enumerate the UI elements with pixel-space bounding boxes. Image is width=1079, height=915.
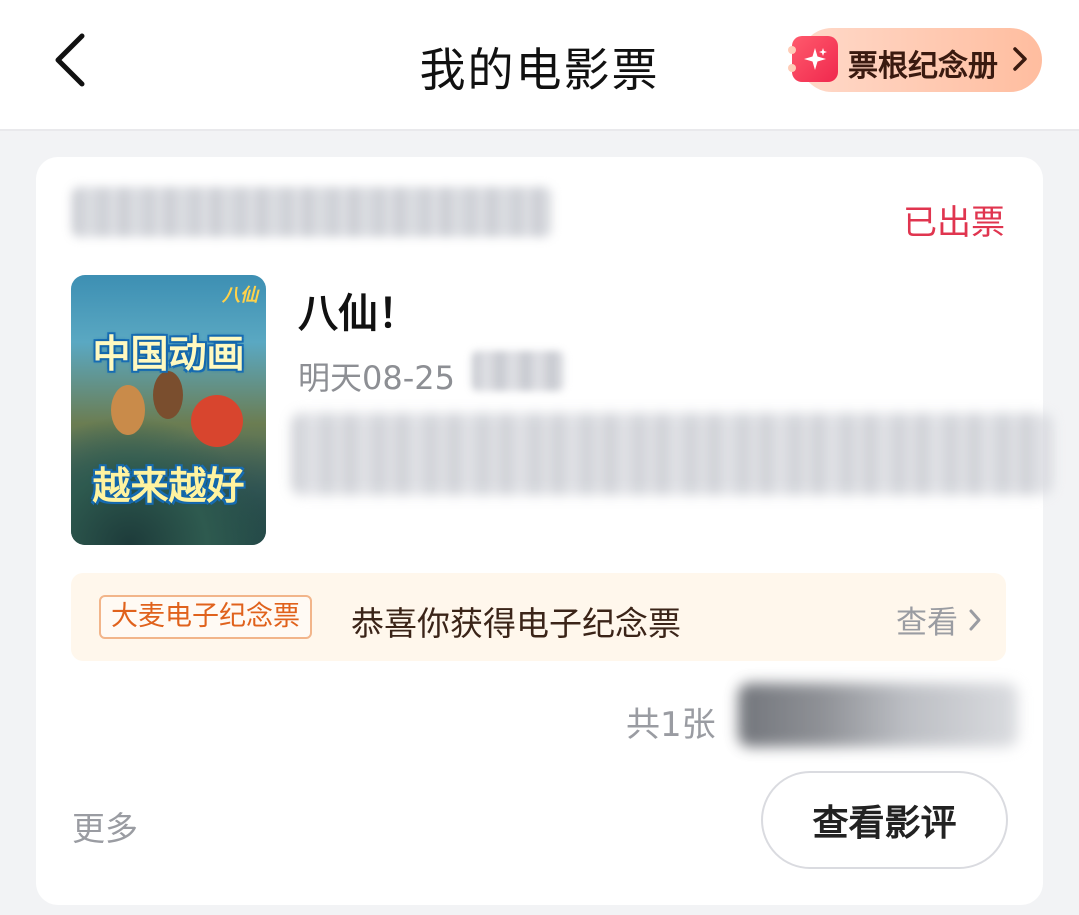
poster-headline-2: 越来越好 bbox=[92, 464, 245, 508]
poster-character bbox=[111, 385, 145, 435]
show-time: 明天08-25 bbox=[298, 359, 455, 397]
chevron-right-icon bbox=[1013, 47, 1027, 71]
more-button[interactable]: 更多 bbox=[72, 802, 138, 850]
top-navigation-bar: 我的电影票 票根纪念册 bbox=[0, 0, 1079, 131]
view-souvenir-label: 查看 bbox=[896, 605, 958, 641]
poster-headline-1: 中国动画 bbox=[92, 332, 245, 376]
price-redacted bbox=[738, 683, 1018, 747]
chevron-right-icon bbox=[969, 609, 981, 630]
ticket-status: 已出票 bbox=[903, 203, 1005, 243]
souvenir-ticket-banner[interactable]: 大麦电子纪念票 恭喜你获得电子纪念票 查看 bbox=[71, 573, 1006, 661]
poster-logo: 八仙 bbox=[222, 285, 258, 306]
ticket-album-button[interactable]: 票根纪念册 bbox=[788, 28, 1042, 92]
view-souvenir-link[interactable]: 查看 bbox=[896, 597, 982, 642]
ticket-sparkle-icon bbox=[788, 36, 838, 82]
ticket-count: 共1张 bbox=[626, 705, 716, 745]
movie-poster[interactable]: 八仙 中国动画 越来越好 bbox=[71, 275, 266, 545]
souvenir-ticket-message: 恭喜你获得电子纪念票 bbox=[351, 604, 681, 643]
cinema-name-redacted bbox=[72, 187, 552, 237]
ticket-album-label: 票根纪念册 bbox=[848, 49, 998, 84]
show-time-redacted bbox=[472, 351, 564, 391]
view-reviews-button[interactable]: 查看影评 bbox=[761, 771, 1008, 869]
poster-character bbox=[191, 395, 243, 447]
ticket-card[interactable]: 已出票 八仙 中国动画 越来越好 八仙！ 明天08-25 大麦电子纪念票 恭喜你… bbox=[36, 157, 1052, 905]
poster-character bbox=[153, 371, 183, 419]
souvenir-ticket-badge: 大麦电子纪念票 bbox=[99, 595, 312, 639]
movie-title: 八仙！ bbox=[298, 291, 418, 337]
seat-info-redacted bbox=[292, 413, 1052, 495]
